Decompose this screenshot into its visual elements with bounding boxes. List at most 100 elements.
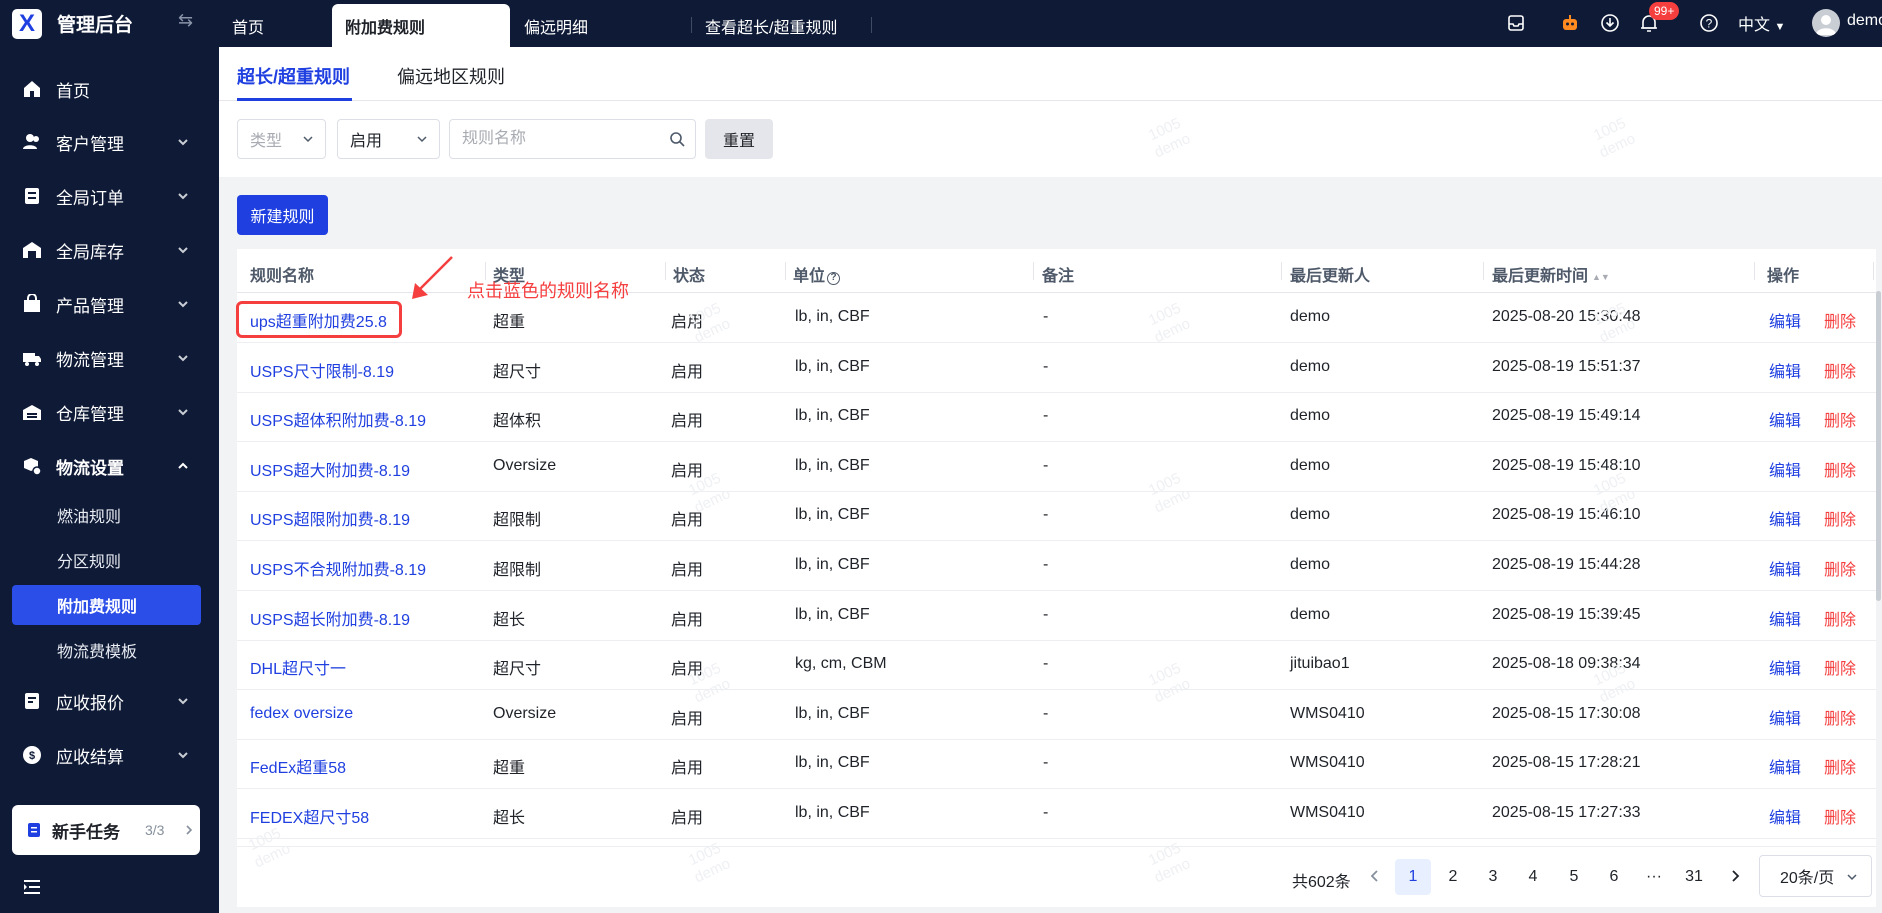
avatar[interactable]	[1812, 9, 1840, 37]
scrollbar[interactable]	[1876, 291, 1881, 601]
sidebar-item-logistics-settings[interactable]: 物流设置	[0, 439, 219, 493]
unit-cell: kg, cm, CBM	[795, 655, 887, 673]
sidebar-item-receivable-quote[interactable]: 应收报价	[0, 674, 219, 728]
unit-cell: lb, in, CBF	[795, 556, 870, 573]
robot-icon[interactable]	[1560, 13, 1580, 33]
subtab-remote-area[interactable]: 偏远地区规则	[397, 63, 505, 89]
message-icon[interactable]	[1506, 13, 1526, 33]
download-icon[interactable]	[1600, 13, 1620, 33]
question-circle-icon[interactable]: ?	[827, 272, 841, 285]
top-nav-bar: 首页 附加费规则 偏远明细 查看超长/超重规则 99+ ? 中文 ▼ demo	[219, 0, 1882, 47]
rule-name-link[interactable]: FEDEX超尺寸58	[250, 804, 369, 828]
rule-name-input[interactable]	[450, 120, 650, 158]
sidebar-switch-icon[interactable]: ⇆	[178, 10, 193, 31]
sidebar-subitem-surcharge-rules[interactable]: 附加费规则	[12, 585, 201, 625]
page-2[interactable]: 2	[1435, 859, 1471, 895]
delete-button[interactable]: 删除	[1824, 655, 1856, 679]
sidebar-item-receivable-settlement[interactable]: $ 应收结算	[0, 728, 219, 782]
task-label: 新手任务	[52, 822, 120, 842]
user-name[interactable]: demo	[1847, 12, 1882, 30]
rule-name-link[interactable]: USPS不合规附加费-8.19	[250, 556, 426, 580]
sidebar-item-orders[interactable]: 全局订单	[0, 169, 219, 223]
delete-button[interactable]: 删除	[1824, 606, 1856, 630]
sidebar-item-products[interactable]: 产品管理	[0, 277, 219, 331]
page-6[interactable]: 6	[1596, 859, 1632, 895]
edit-button[interactable]: 编辑	[1769, 606, 1801, 630]
search-icon[interactable]	[669, 131, 685, 147]
status-select[interactable]: 启用	[337, 119, 440, 159]
delete-button[interactable]: 删除	[1824, 506, 1856, 530]
edit-button[interactable]: 编辑	[1769, 506, 1801, 530]
delete-button[interactable]: 删除	[1824, 407, 1856, 431]
tab-view-oversize-rules[interactable]: 查看超长/超重规则	[705, 4, 837, 47]
pagination-total: 共602条	[1292, 874, 1351, 891]
sidebar-item-customers[interactable]: 客户管理	[0, 115, 219, 169]
edit-button[interactable]: 编辑	[1769, 457, 1801, 481]
edit-button[interactable]: 编辑	[1769, 308, 1801, 332]
tab-home[interactable]: 首页	[232, 4, 264, 47]
sidebar-item-warehouse[interactable]: 仓库管理	[0, 385, 219, 439]
newbie-task-card[interactable]: 新手任务 3/3	[12, 805, 200, 855]
language-selector[interactable]: 中文 ▼	[1738, 11, 1785, 35]
delete-button[interactable]: 删除	[1824, 556, 1856, 580]
note-cell: -	[1043, 655, 1049, 673]
delete-button[interactable]: 删除	[1824, 705, 1856, 729]
new-rule-button[interactable]: 新建规则	[237, 195, 328, 235]
page-4[interactable]: 4	[1515, 859, 1551, 895]
rule-name-link[interactable]: FedEx超重58	[250, 754, 346, 778]
tab-remote-details[interactable]: 偏远明细	[524, 4, 588, 47]
chevron-right-icon	[186, 825, 193, 835]
page-31[interactable]: 31	[1676, 859, 1712, 895]
page-ellipsis[interactable]: ···	[1636, 859, 1672, 895]
page-1[interactable]: 1	[1395, 859, 1431, 895]
edit-button[interactable]: 编辑	[1769, 804, 1801, 828]
edit-button[interactable]: 编辑	[1769, 754, 1801, 778]
edit-button[interactable]: 编辑	[1769, 556, 1801, 580]
subtab-oversize-overweight[interactable]: 超长/超重规则	[237, 63, 350, 89]
delete-button[interactable]: 删除	[1824, 457, 1856, 481]
menu-fold-icon[interactable]	[22, 877, 42, 897]
rule-name-link[interactable]: USPS超限附加费-8.19	[250, 506, 410, 530]
col-divider	[1754, 262, 1755, 280]
page-3[interactable]: 3	[1475, 859, 1511, 895]
rule-name-link[interactable]: USPS尺寸限制-8.19	[250, 358, 394, 382]
col-update-time[interactable]: 最后更新时间 ▲▼	[1492, 262, 1610, 286]
delete-button[interactable]: 删除	[1824, 358, 1856, 382]
updater-cell: demo	[1290, 456, 1331, 474]
col-unit: 单位?	[793, 262, 841, 286]
rule-name-link[interactable]: ups超重附加费25.8	[250, 308, 387, 332]
rule-name-link[interactable]: USPS超大附加费-8.19	[250, 457, 410, 481]
help-icon[interactable]: ?	[1699, 13, 1719, 33]
edit-button[interactable]: 编辑	[1769, 705, 1801, 729]
delete-button[interactable]: 删除	[1824, 308, 1856, 332]
updater-cell: demo	[1290, 556, 1331, 573]
delete-button[interactable]: 删除	[1824, 754, 1856, 778]
reset-button[interactable]: 重置	[705, 119, 773, 159]
type-cell: 超尺寸	[493, 363, 542, 381]
tab-surcharge-rules[interactable]: 附加费规则	[332, 4, 510, 47]
sidebar-item-home[interactable]: 首页	[0, 62, 219, 116]
sidebar-item-inventory[interactable]: 全局库存	[0, 223, 219, 277]
sidebar-subitem-fuel-rules[interactable]: 燃油规则	[12, 495, 201, 535]
logo-row: X 管理后台 ⇆	[0, 0, 219, 47]
delete-button[interactable]: 删除	[1824, 804, 1856, 828]
updater-cell: demo	[1290, 357, 1331, 375]
rule-name-link[interactable]: USPS超长附加费-8.19	[250, 606, 410, 630]
edit-button[interactable]: 编辑	[1769, 358, 1801, 382]
sidebar-item-label: 全局库存	[56, 242, 124, 262]
sort-icon[interactable]: ▲▼	[1592, 272, 1610, 282]
sidebar-subitem-freight-templates[interactable]: 物流费模板	[12, 630, 201, 670]
page-5[interactable]: 5	[1556, 859, 1592, 895]
edit-button[interactable]: 编辑	[1769, 407, 1801, 431]
type-select[interactable]: 类型	[237, 119, 326, 159]
edit-button[interactable]: 编辑	[1769, 655, 1801, 679]
rule-name-link[interactable]: DHL超尺寸一	[250, 655, 346, 679]
note-cell: -	[1043, 506, 1049, 524]
sidebar-subitem-zone-rules[interactable]: 分区规则	[12, 540, 201, 580]
prev-page-icon[interactable]	[1369, 869, 1381, 883]
sidebar-item-logistics[interactable]: 物流管理	[0, 331, 219, 385]
page-size-select[interactable]: 20条/页	[1759, 855, 1872, 897]
rule-name-link[interactable]: fedex oversize	[250, 705, 353, 723]
next-page-icon[interactable]	[1729, 869, 1741, 883]
rule-name-link[interactable]: USPS超体积附加费-8.19	[250, 407, 426, 431]
